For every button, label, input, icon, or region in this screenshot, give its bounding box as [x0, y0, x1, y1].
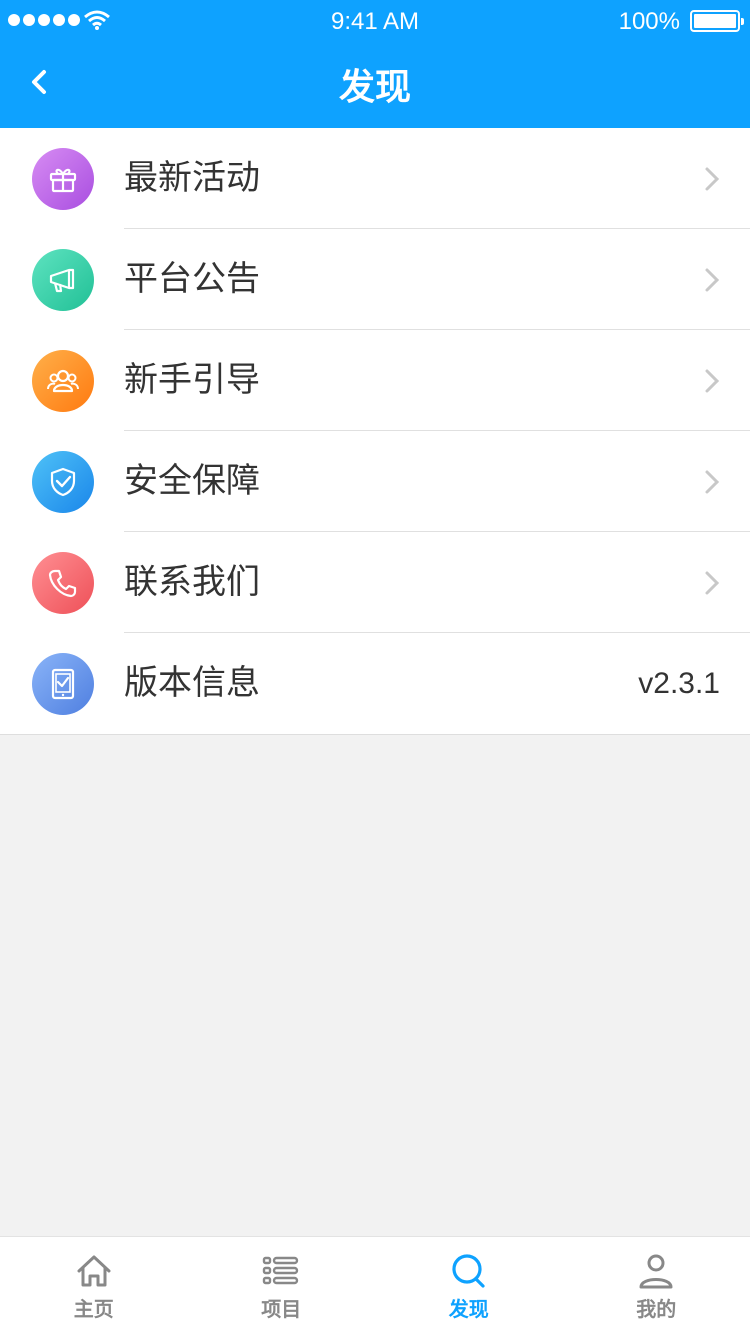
tab-discover[interactable]: 发现: [375, 1237, 563, 1334]
gift-icon: [32, 148, 94, 210]
shield-check-icon: [32, 451, 94, 513]
megaphone-icon: [32, 249, 94, 311]
menu-item-label: 新手引导: [124, 360, 260, 400]
tab-label: 项目: [261, 1297, 302, 1321]
chevron-right-icon: [705, 470, 720, 494]
page-title: 发现: [338, 67, 411, 108]
menu-item-label: 联系我们: [124, 562, 260, 602]
menu-item-latest-activities[interactable]: 最新活动: [0, 128, 750, 229]
tab-projects[interactable]: 项目: [188, 1237, 376, 1334]
header: 9:41 AM 100% 发现: [0, 0, 750, 128]
chevron-right-icon: [705, 167, 720, 191]
tab-bar: 主页 项目 发现 我的: [0, 1236, 750, 1334]
tab-label: 发现: [448, 1297, 489, 1321]
menu-item-label: 最新活动: [124, 158, 260, 198]
list-icon: [263, 1256, 299, 1285]
chevron-right-icon: [705, 571, 720, 595]
chevron-right-icon: [705, 369, 720, 393]
tablet-check-icon: [32, 653, 94, 715]
nav-bar: 发现: [0, 42, 750, 128]
menu-item-label: 安全保障: [124, 461, 260, 501]
menu-item-platform-announcements[interactable]: 平台公告: [0, 229, 750, 330]
tab-mine[interactable]: 我的: [563, 1237, 750, 1334]
status-bar: 9:41 AM 100%: [0, 0, 750, 42]
home-icon: [77, 1255, 111, 1287]
search-icon: [452, 1254, 485, 1288]
tab-label: 我的: [636, 1297, 677, 1321]
menu-item-label: 版本信息: [124, 663, 260, 703]
menu-item-beginner-guide[interactable]: 新手引导: [0, 330, 750, 431]
menu-item-label: 平台公告: [124, 259, 260, 299]
chevron-right-icon: [705, 268, 720, 292]
users-icon: [32, 350, 94, 412]
phone-icon: [32, 552, 94, 614]
battery-percentage: 100%: [618, 8, 680, 35]
version-number: v2.3.1: [638, 667, 720, 700]
discover-menu-list: 最新活动 平台公告 新手引导 安全保障 联系我们 版本信息 v2.3.1: [0, 128, 750, 735]
tab-label: 主页: [73, 1297, 114, 1321]
tab-home[interactable]: 主页: [0, 1237, 188, 1334]
user-icon: [639, 1254, 673, 1289]
battery-icon: [690, 10, 744, 32]
menu-item-security[interactable]: 安全保障: [0, 431, 750, 532]
menu-item-version-info[interactable]: 版本信息 v2.3.1: [0, 633, 750, 734]
menu-item-contact-us[interactable]: 联系我们: [0, 532, 750, 633]
